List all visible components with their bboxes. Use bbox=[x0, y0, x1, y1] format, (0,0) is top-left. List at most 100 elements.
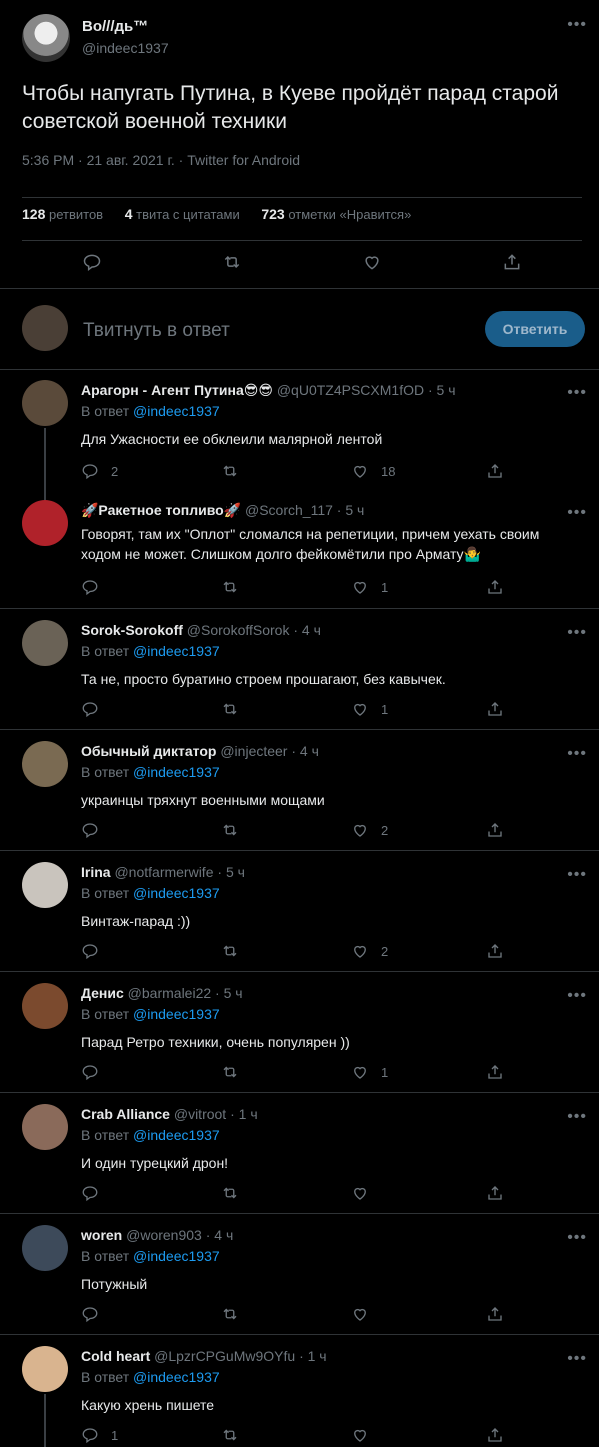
reply-author-handle[interactable]: @barmalei22 bbox=[128, 985, 211, 1001]
reply-avatar[interactable] bbox=[22, 380, 68, 426]
reply-author-handle[interactable]: @woren903 bbox=[126, 1227, 202, 1243]
reply-tweet[interactable]: 🚀Ракетное топливо🚀 @Scorch_117 · 5 ч ••• Г… bbox=[0, 490, 599, 609]
like-action[interactable]: 2 bbox=[351, 821, 388, 839]
reply-time[interactable]: · 1 ч bbox=[299, 1348, 327, 1364]
like-icon[interactable] bbox=[362, 252, 382, 272]
retweet-action[interactable] bbox=[221, 700, 251, 718]
reply-author-handle[interactable]: @injecteer bbox=[220, 743, 287, 759]
reply-avatar[interactable] bbox=[22, 620, 68, 666]
more-icon[interactable]: ••• bbox=[567, 1350, 587, 1368]
reply-author-handle[interactable]: @LpzrCPGuMw9OYfu bbox=[154, 1348, 295, 1364]
reply-input[interactable]: Твитнуть в ответ bbox=[83, 320, 230, 342]
like-action[interactable] bbox=[351, 1426, 381, 1444]
reply-to-handle[interactable]: @indeec1937 bbox=[133, 885, 220, 901]
reply-avatar[interactable] bbox=[22, 741, 68, 787]
author-avatar[interactable] bbox=[22, 14, 70, 62]
reply-author-name[interactable]: Обычный диктатор bbox=[81, 743, 216, 759]
more-icon[interactable]: ••• bbox=[567, 16, 587, 34]
reply-tweet[interactable]: Арагорн - Агент Путина😎😎 @qU0TZ4PSCXM1fO… bbox=[0, 370, 599, 490]
retweet-action[interactable] bbox=[221, 462, 251, 480]
share-action[interactable] bbox=[486, 1426, 516, 1444]
reply-time[interactable]: · 4 ч bbox=[291, 743, 319, 759]
reply-button[interactable]: Ответить bbox=[485, 311, 585, 347]
retweet-action[interactable] bbox=[221, 942, 251, 960]
reply-time[interactable]: · 5 ч bbox=[337, 502, 365, 518]
like-action[interactable]: 18 bbox=[351, 462, 395, 480]
reply-avatar[interactable] bbox=[22, 1225, 68, 1271]
author-name[interactable]: Во///дь™ bbox=[82, 18, 148, 35]
retweet-action[interactable] bbox=[221, 1184, 251, 1202]
reply-tweet[interactable]: Sorok-Sorokoff @SorokoffSorok · 4 ч ••• В … bbox=[0, 610, 599, 730]
retweets-stat[interactable]: 128 ретвитов bbox=[22, 206, 103, 222]
reply-action[interactable] bbox=[81, 1305, 111, 1323]
reply-author-name[interactable]: Денис bbox=[81, 985, 124, 1001]
more-icon[interactable]: ••• bbox=[567, 1229, 587, 1247]
reply-tweet[interactable]: Денис @barmalei22 · 5 ч ••• В ответ @indee… bbox=[0, 973, 599, 1093]
reply-action[interactable] bbox=[81, 578, 111, 596]
share-action[interactable] bbox=[486, 700, 516, 718]
share-icon[interactable] bbox=[502, 252, 522, 272]
reply-avatar[interactable] bbox=[22, 983, 68, 1029]
reply-tweet[interactable]: Irina @notfarmerwife · 5 ч ••• В ответ @in… bbox=[0, 852, 599, 972]
like-action[interactable]: 1 bbox=[351, 578, 388, 596]
reply-author-handle[interactable]: @qU0TZ4PSCXM1fOD bbox=[277, 382, 424, 398]
reply-author-handle[interactable]: @vitroot bbox=[174, 1106, 226, 1122]
share-action[interactable] bbox=[486, 1305, 516, 1323]
reply-author-name[interactable]: Арагорн - Агент Путина😎😎 bbox=[81, 382, 273, 398]
reply-to-handle[interactable]: @indeec1937 bbox=[133, 1369, 220, 1385]
reply-avatar[interactable] bbox=[22, 1104, 68, 1150]
retweet-action[interactable] bbox=[221, 1063, 251, 1081]
retweet-action[interactable] bbox=[221, 821, 251, 839]
reply-action[interactable] bbox=[81, 821, 111, 839]
reply-action[interactable]: 1 bbox=[81, 1426, 118, 1444]
author-handle[interactable]: @indeec1937 bbox=[82, 40, 169, 56]
reply-to-handle[interactable]: @indeec1937 bbox=[133, 1248, 220, 1264]
reply-author-handle[interactable]: @SorokoffSorok bbox=[187, 622, 290, 638]
reply-avatar[interactable] bbox=[22, 500, 68, 546]
reply-action[interactable]: 2 bbox=[81, 462, 118, 480]
reply-time[interactable]: · 5 ч bbox=[215, 985, 243, 1001]
more-icon[interactable]: ••• bbox=[567, 624, 587, 642]
reply-author-name[interactable]: Crab Alliance bbox=[81, 1106, 170, 1122]
reply-author-handle[interactable]: @notfarmerwife bbox=[114, 864, 213, 880]
more-icon[interactable]: ••• bbox=[567, 987, 587, 1005]
retweet-icon[interactable] bbox=[222, 252, 242, 272]
reply-icon[interactable] bbox=[82, 252, 102, 272]
like-action[interactable] bbox=[351, 1184, 381, 1202]
reply-tweet[interactable]: Обычный диктатор @injecteer · 4 ч ••• В от… bbox=[0, 731, 599, 851]
share-action[interactable] bbox=[486, 942, 516, 960]
share-action[interactable] bbox=[486, 578, 516, 596]
reply-to-handle[interactable]: @indeec1937 bbox=[133, 643, 220, 659]
reply-author-name[interactable]: Sorok-Sorokoff bbox=[81, 622, 183, 638]
retweet-action[interactable] bbox=[221, 1305, 251, 1323]
like-action[interactable]: 1 bbox=[351, 700, 388, 718]
reply-action[interactable] bbox=[81, 700, 111, 718]
reply-author-name[interactable]: woren bbox=[81, 1227, 122, 1243]
like-action[interactable]: 2 bbox=[351, 942, 388, 960]
share-action[interactable] bbox=[486, 1063, 516, 1081]
reply-time[interactable]: · 5 ч bbox=[217, 864, 245, 880]
reply-avatar[interactable] bbox=[22, 862, 68, 908]
reply-tweet[interactable]: woren @woren903 · 4 ч ••• В ответ @indeec1… bbox=[0, 1215, 599, 1335]
more-icon[interactable]: ••• bbox=[567, 745, 587, 763]
reply-author-name[interactable]: 🚀Ракетное топливо🚀 bbox=[81, 502, 241, 518]
quotes-stat[interactable]: 4 твита с цитатами bbox=[125, 206, 240, 222]
reply-author-handle[interactable]: @Scorch_117 bbox=[245, 502, 333, 518]
reply-avatar[interactable] bbox=[22, 1346, 68, 1392]
reply-author-name[interactable]: Cold heart bbox=[81, 1348, 150, 1364]
more-icon[interactable]: ••• bbox=[567, 866, 587, 884]
like-action[interactable]: 1 bbox=[351, 1063, 388, 1081]
reply-time[interactable]: · 4 ч bbox=[206, 1227, 234, 1243]
reply-tweet[interactable]: Crab Alliance @vitroot · 1 ч ••• В ответ @… bbox=[0, 1094, 599, 1214]
reply-action[interactable] bbox=[81, 1063, 111, 1081]
more-icon[interactable]: ••• bbox=[567, 1108, 587, 1126]
reply-to-handle[interactable]: @indeec1937 bbox=[133, 403, 220, 419]
share-action[interactable] bbox=[486, 1184, 516, 1202]
reply-time[interactable]: · 4 ч bbox=[293, 622, 321, 638]
reply-to-handle[interactable]: @indeec1937 bbox=[133, 1127, 220, 1143]
likes-stat[interactable]: 723 отметки «Нравится» bbox=[261, 206, 411, 222]
retweet-action[interactable] bbox=[221, 578, 251, 596]
reply-tweet[interactable]: Cold heart @LpzrCPGuMw9OYfu · 1 ч ••• В от… bbox=[0, 1336, 599, 1447]
like-action[interactable] bbox=[351, 1305, 381, 1323]
reply-to-handle[interactable]: @indeec1937 bbox=[133, 1006, 220, 1022]
